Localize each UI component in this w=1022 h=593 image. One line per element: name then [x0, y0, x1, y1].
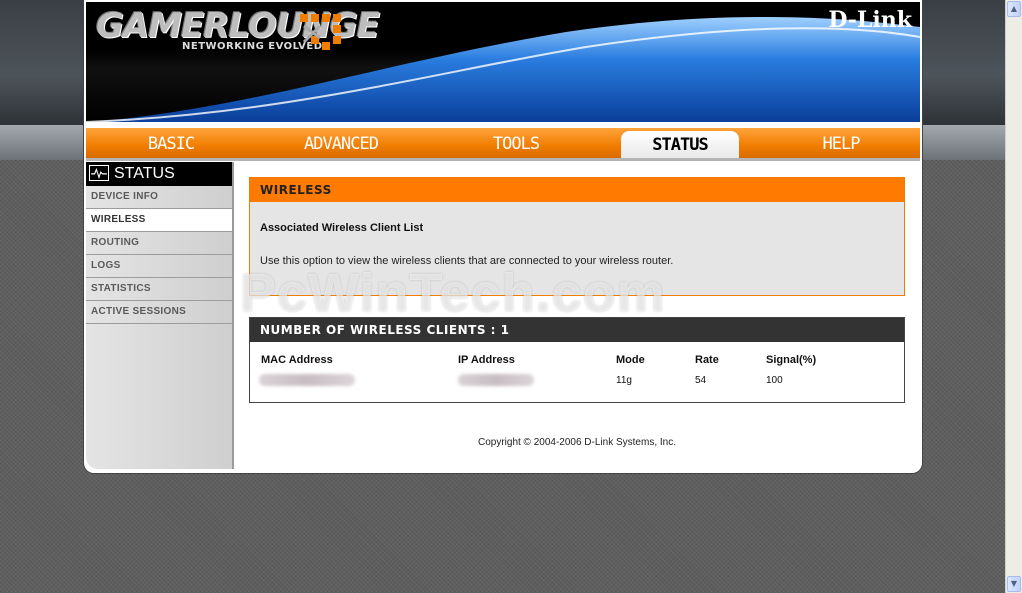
logo-dots-icon	[300, 14, 341, 50]
sidebar-item-device-info[interactable]: DEVICE INFO	[86, 186, 232, 209]
dlink-brand-logo: D-Link	[828, 7, 912, 33]
sidebar-item-logs[interactable]: LOGS	[86, 255, 232, 278]
tab-basic[interactable]: BASIC	[91, 128, 251, 158]
sidebar-item-routing[interactable]: ROUTING	[86, 232, 232, 255]
client-mode: 11g	[616, 375, 632, 386]
tab-help[interactable]: HELP	[761, 128, 921, 158]
column-header-mac: MAC Address	[261, 354, 333, 366]
copyright-text: Copyright © 2004-2006 D-Link Systems, In…	[477, 437, 676, 448]
status-sidebar: STATUS DEVICE INFO WIRELESS ROUTING LOGS…	[86, 162, 234, 469]
column-header-signal: Signal(%)	[766, 354, 817, 366]
column-header-ip: IP Address	[458, 354, 515, 366]
mac-address-redacted	[259, 374, 355, 386]
wireless-clients-section: NUMBER OF WIRELESS CLIENTS : 1 MAC Addre…	[249, 317, 905, 403]
sidebar-header: STATUS	[86, 162, 232, 186]
column-header-mode: Mode	[616, 354, 645, 366]
client-list-description: Use this option to view the wireless cli…	[260, 255, 674, 267]
main-nav: BASIC ADVANCED TOOLS STATUS HELP	[86, 128, 920, 161]
column-header-rate: Rate	[695, 354, 719, 366]
sidebar-item-active-sessions[interactable]: ACTIVE SESSIONS	[86, 301, 232, 324]
wireless-clients-count: NUMBER OF WIRELESS CLIENTS : 1	[250, 318, 904, 342]
tab-advanced[interactable]: ADVANCED	[261, 128, 421, 158]
pulse-icon	[89, 165, 109, 181]
client-rate: 54	[695, 375, 707, 386]
vertical-scrollbar[interactable]: ▲ ▼	[1005, 0, 1022, 593]
sidebar-title: STATUS	[114, 165, 175, 182]
sidebar-item-statistics[interactable]: STATISTICS	[86, 278, 232, 301]
router-page: GAMERLOUNGE NETWORKING EVOLVED D-Link BA…	[84, 0, 922, 473]
tab-tools[interactable]: TOOLS	[436, 128, 596, 158]
header-banner: GAMERLOUNGE NETWORKING EVOLVED D-Link	[86, 2, 920, 122]
wireless-section: WIRELESS Associated Wireless Client List…	[249, 177, 905, 296]
client-signal: 100	[766, 375, 783, 386]
ip-address-redacted	[458, 374, 534, 386]
main-content: WIRELESS Associated Wireless Client List…	[249, 177, 905, 403]
client-list-heading: Associated Wireless Client List	[260, 222, 424, 234]
tab-status[interactable]: STATUS	[621, 131, 739, 158]
scroll-down-arrow-icon[interactable]: ▼	[1007, 576, 1021, 592]
sidebar-item-wireless[interactable]: WIRELESS	[86, 209, 232, 232]
wireless-section-title: WIRELESS	[250, 178, 904, 202]
scroll-up-arrow-icon[interactable]: ▲	[1007, 1, 1021, 17]
